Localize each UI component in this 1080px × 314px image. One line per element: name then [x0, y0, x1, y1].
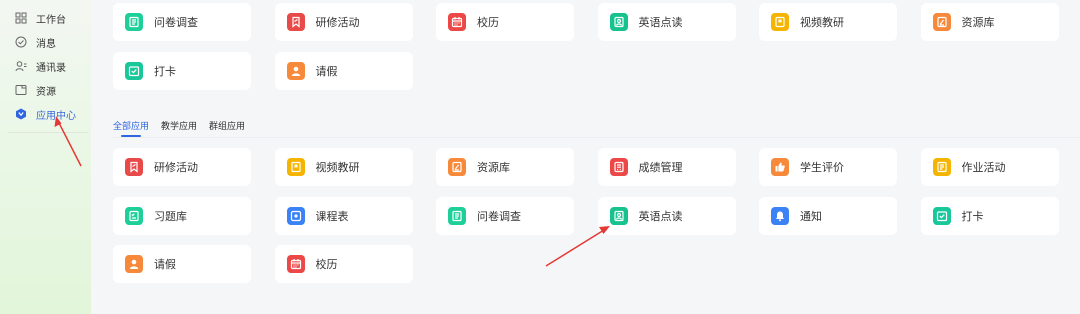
pencil-note-icon	[448, 158, 466, 176]
folder-icon	[15, 84, 27, 96]
app-card-bookmark[interactable]: 视频教研	[759, 3, 897, 41]
app-card-person[interactable]: 请假	[274, 51, 413, 90]
app-card-label: 校历	[477, 16, 499, 29]
ribbon-icon	[286, 13, 305, 31]
sidebar-item-resources[interactable]: 资源	[15, 80, 56, 100]
sidebar-item-label: 通讯录	[36, 62, 66, 74]
app-card-calendar[interactable]: 校历	[274, 245, 413, 283]
app-card-label: 视频教研	[800, 16, 844, 29]
app-card-label: 校历	[315, 258, 338, 271]
app-card-label: 打卡	[961, 209, 984, 223]
tab-label: 教学应用	[161, 122, 198, 132]
sidebar-item-label: 应用中心	[36, 110, 76, 122]
homework-icon	[932, 158, 951, 176]
app-card-exercise[interactable]: 习题库	[113, 196, 251, 235]
grid-icon	[15, 12, 27, 24]
app-card-checkin[interactable]: 打卡	[113, 51, 251, 90]
app-card-label: 学生评价	[800, 161, 844, 174]
app-card-label: 请假	[315, 64, 338, 78]
tab-divider	[113, 137, 1080, 138]
app-card-ribbon[interactable]: 研修活动	[113, 148, 251, 186]
app-card-questionnaire[interactable]: 问卷调查	[113, 3, 251, 41]
app-card-questionnaire[interactable]: 问卷调查	[436, 196, 574, 235]
book-reader-icon	[609, 206, 628, 225]
app-card-label: 研修活动	[315, 16, 360, 29]
app-card-label: 打卡	[154, 64, 176, 78]
app-card-label: 英语点读	[638, 16, 683, 29]
app-card-schedule[interactable]: 课程表	[274, 196, 413, 235]
app-card-label: 研修活动	[154, 161, 198, 174]
schedule-icon	[286, 206, 305, 225]
app-card-label: 资源库	[477, 161, 510, 174]
app-card-label: 资源库	[961, 16, 995, 29]
sidebar-item-contacts[interactable]: 通讯录	[15, 56, 66, 76]
exercise-icon	[125, 206, 143, 225]
sidebar-divider	[8, 132, 88, 133]
app-card-book-reader[interactable]: 英语点读	[597, 196, 736, 235]
tab-label: 全部应用	[113, 122, 150, 132]
app-card-homework[interactable]: 作业活动	[920, 148, 1059, 186]
sidebar-item-label: 消息	[36, 38, 56, 50]
sidebar-item-messages[interactable]: 消息	[15, 32, 56, 52]
app-card-book-reader[interactable]: 英语点读	[597, 3, 736, 41]
app-card-label: 问卷调查	[477, 209, 521, 223]
tab-teaching-apps[interactable]: 教学应用	[161, 119, 197, 137]
app-card-bookmark[interactable]: 视频教研	[274, 148, 413, 186]
app-card-person[interactable]: 请假	[113, 245, 251, 283]
person-icon	[125, 255, 143, 273]
app-card-label: 习题库	[154, 209, 187, 223]
app-tabs: 全部应用 教学应用 群组应用	[113, 119, 257, 137]
questionnaire-icon	[125, 13, 143, 31]
sidebar-item-label: 资源	[36, 86, 56, 98]
bell-icon	[771, 206, 789, 225]
sidebar: 工作台 消息 通讯录 资源 应用中心	[0, 0, 91, 314]
app-card-thumbs-up[interactable]: 学生评价	[759, 148, 897, 186]
bookmark-icon	[286, 158, 305, 176]
sidebar-item-app-center[interactable]: 应用中心	[15, 104, 76, 124]
tab-group-apps[interactable]: 群组应用	[209, 119, 245, 137]
sidebar-item-label: 工作台	[36, 14, 66, 26]
app-center-icon	[15, 108, 27, 120]
questionnaire-icon	[448, 206, 466, 225]
app-card-calendar[interactable]: 校历	[436, 3, 574, 41]
app-card-pencil-note[interactable]: 资源库	[920, 3, 1059, 41]
app-card-label: 英语点读	[638, 209, 683, 223]
checkin-icon	[932, 206, 951, 225]
contacts-icon	[15, 60, 27, 72]
thumbs-up-icon	[771, 158, 789, 176]
app-card-checkin[interactable]: 打卡	[920, 196, 1059, 235]
app-card-label: 作业活动	[961, 161, 1006, 174]
main-content: 问卷调查 研修活动 校历 英语点读 视频教研 资源库 打卡 请假 全部应用 教学应用 群组应用…	[91, 0, 1080, 314]
pencil-note-icon	[932, 13, 951, 31]
ribbon-icon	[125, 158, 143, 176]
book-reader-icon	[609, 13, 628, 31]
app-card-label: 视频教研	[315, 161, 360, 174]
app-card-score[interactable]: 成绩管理	[597, 148, 736, 186]
tab-label: 群组应用	[209, 122, 246, 132]
calendar-icon	[286, 255, 305, 273]
app-card-bell[interactable]: 通知	[759, 196, 897, 235]
check-circle-icon	[15, 36, 27, 48]
person-icon	[286, 61, 305, 80]
checkin-icon	[125, 61, 143, 80]
app-card-label: 课程表	[315, 209, 349, 223]
app-card-label: 请假	[154, 258, 176, 271]
sidebar-item-workbench[interactable]: 工作台	[15, 8, 66, 28]
app-card-label: 成绩管理	[638, 161, 683, 174]
score-icon	[609, 158, 628, 176]
app-card-ribbon[interactable]: 研修活动	[274, 3, 413, 41]
tab-all-apps[interactable]: 全部应用	[113, 119, 149, 137]
bookmark-icon	[771, 13, 789, 31]
app-card-pencil-note[interactable]: 资源库	[436, 148, 574, 186]
app-card-label: 通知	[800, 209, 822, 223]
calendar-icon	[448, 13, 466, 31]
app-card-label: 问卷调查	[154, 16, 198, 29]
